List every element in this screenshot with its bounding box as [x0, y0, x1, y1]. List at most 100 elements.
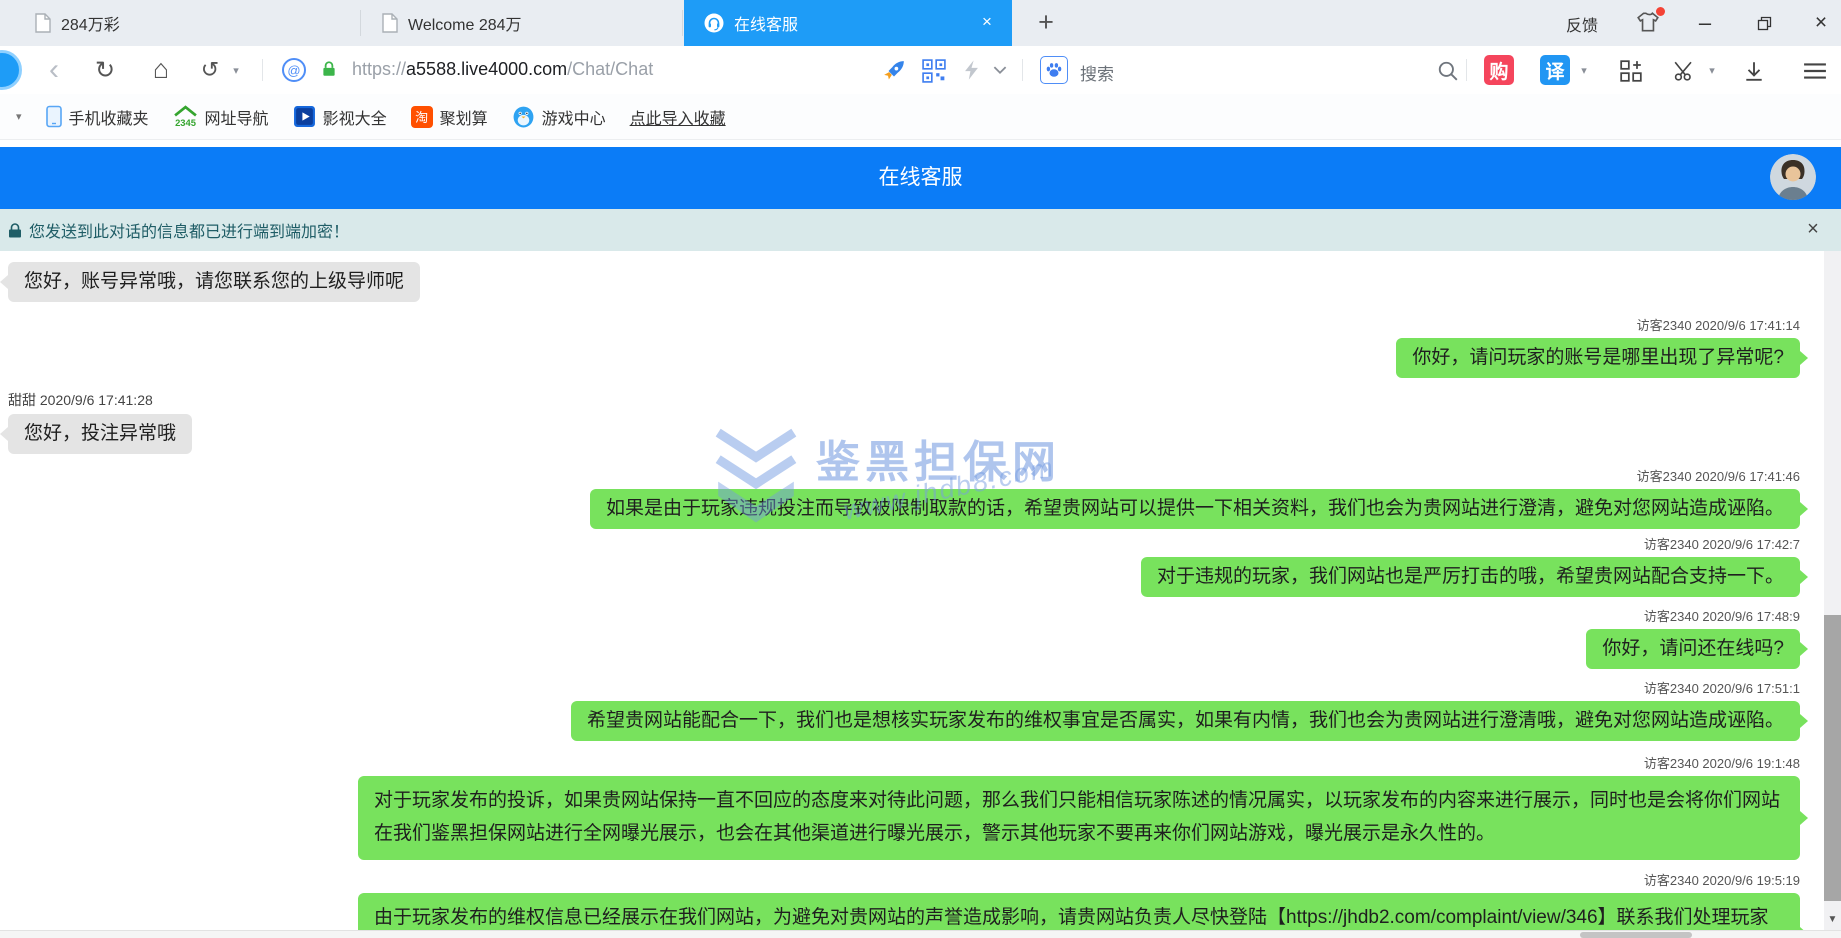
url-path: /Chat/Chat: [567, 59, 653, 79]
message-text: 您好，账号异常哦，请您联系您的上级导师呢: [24, 271, 404, 292]
scrollbar-thumb[interactable]: [1824, 615, 1841, 901]
divider: [1022, 59, 1023, 81]
tab-284wancai[interactable]: 284万彩: [15, 0, 361, 46]
phone-icon: [46, 105, 62, 128]
avatar: [1770, 154, 1816, 200]
skin-theme-button[interactable]: [1636, 11, 1662, 35]
shopping-badge[interactable]: 购: [1484, 55, 1514, 85]
chat-message: 访客2340 2020/9/6 17:48:9 你好，请问还在线吗?: [1586, 606, 1800, 669]
address-bar[interactable]: https://a5588.live4000.com/Chat/Chat: [352, 59, 653, 80]
divider: [1466, 59, 1467, 81]
window-minimize-button[interactable]: –: [1690, 9, 1720, 37]
chat-message: 访客2340 2020/9/6 17:51:1 希望贵网站能配合一下，我们也是想…: [571, 678, 1800, 741]
page-title: 在线客服: [0, 147, 1841, 209]
chat-message: 甜甜 2020/9/6 17:41:28 您好，投注异常哦: [8, 390, 192, 454]
refresh-button[interactable]: ↻: [90, 54, 120, 86]
qr-code-icon[interactable]: [922, 59, 946, 83]
message-bubble: 您好，投注异常哦: [8, 414, 192, 454]
film-play-icon: [293, 105, 316, 128]
bookmark-nav-2345[interactable]: 2345 网址导航: [173, 105, 269, 129]
screenshot-scissors-icon[interactable]: [1672, 59, 1698, 83]
feedback-button[interactable]: 反馈: [1566, 12, 1598, 36]
notification-dot: [1656, 7, 1665, 16]
message-meta: 访客2340 2020/9/6 17:51:1: [1644, 678, 1800, 697]
extensions-icon[interactable]: [1618, 58, 1644, 84]
bookmark-juhuasuan[interactable]: 淘 聚划算: [411, 105, 488, 129]
window-close-button[interactable]: ×: [1806, 9, 1836, 37]
message-bubble: 如果是由于玩家违规投注而导致被限制取款的话，希望贵网站可以提供一下相关资料，我们…: [590, 489, 1800, 529]
window-restore-button[interactable]: [1749, 9, 1779, 37]
bookmarks-bar: ▾ 手机收藏夹 2345 网址导航 影视大全 淘 聚划算 游戏中心 点此导入收藏: [0, 94, 1841, 140]
new-tab-button[interactable]: +: [1030, 7, 1062, 39]
screenshot-dropdown-caret[interactable]: ▾: [1706, 64, 1718, 76]
encryption-notice-bar: 您发送到此对话的信息都已进行端到端加密！ ×: [0, 209, 1841, 251]
message-bubble: 对于违规的玩家，我们网站也是严厉打击的哦，希望贵网站配合支持一下。: [1141, 557, 1800, 597]
undo-dropdown-caret[interactable]: ▾: [230, 64, 242, 76]
message-bubble: 您好，账号异常哦，请您联系您的上级导师呢: [8, 262, 420, 302]
tab-welcome[interactable]: Welcome 284万: [362, 0, 683, 46]
notice-close-icon[interactable]: ×: [1801, 217, 1825, 241]
bookmark-label: 游戏中心: [542, 105, 606, 129]
message-bubble: 对于玩家发布的投诉，如果贵网站保持一直不回应的态度来对待此问题，那么我们只能相信…: [358, 776, 1800, 859]
tab-online-service-active[interactable]: 在线客服 ×: [684, 0, 1012, 46]
message-text: 对于玩家发布的投诉，如果贵网站保持一直不回应的态度来对待此问题，那么我们只能相信…: [374, 790, 1780, 844]
chat-message: 访客2340 2020/9/6 17:42:7 对于违规的玩家，我们网站也是严厉…: [1141, 534, 1800, 597]
message-meta: 访客2340 2020/9/6 17:48:9: [1644, 606, 1800, 625]
translate-dropdown-caret[interactable]: ▾: [1578, 64, 1590, 76]
message-meta: 访客2340 2020/9/6 17:41:14: [1637, 315, 1800, 334]
find-in-page-icon[interactable]: [1436, 59, 1460, 83]
menu-hamburger-icon[interactable]: [1802, 61, 1828, 81]
baidu-search-icon[interactable]: [1040, 56, 1068, 84]
message-meta: 访客2340 2020/9/6 17:42:7: [1644, 534, 1800, 553]
message-bubble: 你好，请问还在线吗?: [1586, 629, 1800, 669]
chat-area: 您好，账号异常哦，请您联系您的上级导师呢 访客2340 2020/9/6 17:…: [0, 251, 1824, 930]
ssl-lock-icon: [320, 60, 338, 78]
tab-close-icon[interactable]: ×: [976, 11, 998, 33]
message-bubble: 你好，请问玩家的账号是哪里出现了异常呢?: [1396, 338, 1800, 378]
tab-label: Welcome 284万: [408, 11, 522, 35]
rocket-boost-icon[interactable]: [882, 59, 906, 83]
horizontal-scrollbar[interactable]: [0, 930, 1841, 938]
horizontal-scrollbar-thumb[interactable]: [1580, 932, 1692, 938]
site-safety-icon[interactable]: @: [282, 58, 306, 82]
bookmark-label: 手机收藏夹: [69, 105, 149, 129]
divider: [262, 59, 263, 81]
message-text: 你好，请问玩家的账号是哪里出现了异常呢?: [1412, 347, 1784, 368]
bookmark-label: 聚划算: [440, 105, 488, 129]
browser-logo[interactable]: [0, 50, 22, 90]
home-button[interactable]: ⌂: [146, 52, 176, 86]
bookmarks-dropdown-caret[interactable]: ▾: [16, 110, 22, 123]
chat-message: 访客2340 2020/9/6 17:41:14 你好，请问玩家的账号是哪里出现…: [1396, 315, 1800, 378]
message-text: 希望贵网站能配合一下，我们也是想核实玩家发布的维权事宜是否属实，如果有内情，我们…: [587, 710, 1784, 731]
page-icon: [35, 13, 51, 33]
scroll-down-arrow[interactable]: ▼: [1824, 914, 1841, 925]
message-bubble: 希望贵网站能配合一下，我们也是想核实玩家发布的维权事宜是否属实，如果有内情，我们…: [571, 701, 1800, 741]
chat-message: 访客2340 2020/9/6 19:5:19 由于玩家发布的维权信息已经展示在…: [358, 870, 1800, 930]
message-meta: 访客2340 2020/9/6 19:1:48: [1644, 753, 1800, 772]
chevron-down-icon[interactable]: [992, 64, 1008, 76]
message-bubble: 由于玩家发布的维权信息已经展示在我们网站，为避免对贵网站的声誉造成影响，请贵网站…: [358, 893, 1800, 930]
bookmark-game-center[interactable]: 游戏中心: [512, 105, 606, 129]
house-2345-icon: 2345: [173, 105, 198, 128]
back-button[interactable]: ‹: [40, 54, 68, 86]
browser-toolbar: ‹ ↻ ⌂ ↺ ▾ @ https://a5588.live4000.com/C…: [0, 46, 1841, 94]
chat-message: 访客2340 2020/9/6 17:41:46 如果是由于玩家违规投注而导致被…: [590, 466, 1800, 529]
import-bookmarks-link[interactable]: 点此导入收藏: [630, 105, 726, 129]
vertical-scrollbar[interactable]: ▼: [1824, 251, 1841, 930]
taobao-icon: 淘: [411, 106, 433, 128]
bookmark-phone-favorites[interactable]: 手机收藏夹: [46, 105, 149, 129]
bookmark-movies[interactable]: 影视大全: [293, 105, 387, 129]
svg-text:2345: 2345: [175, 118, 196, 128]
download-icon[interactable]: [1742, 58, 1766, 84]
search-placeholder[interactable]: 搜索: [1080, 60, 1114, 85]
penguin-icon: [512, 105, 535, 128]
message-text: 你好，请问还在线吗?: [1602, 638, 1784, 659]
url-host: a5588.live4000.com: [406, 59, 567, 79]
page-icon: [382, 13, 398, 33]
url-scheme: https://: [352, 59, 406, 79]
tab-label: 在线客服: [734, 11, 798, 35]
lightning-icon[interactable]: [962, 58, 980, 82]
chat-message: 您好，账号异常哦，请您联系您的上级导师呢: [8, 262, 420, 302]
translate-badge[interactable]: 译: [1540, 55, 1570, 85]
undo-button[interactable]: ↺: [196, 54, 224, 86]
